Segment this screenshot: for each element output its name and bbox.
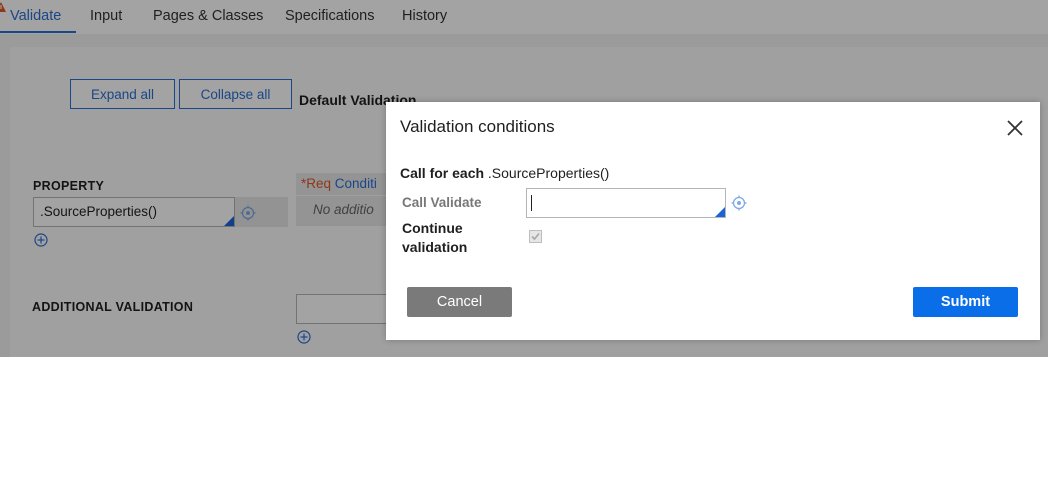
target-icon[interactable] xyxy=(731,195,747,211)
dialog-title: Validation conditions xyxy=(400,117,555,136)
call-validate-label: Call Validate xyxy=(402,195,482,210)
call-validate-input[interactable] xyxy=(526,188,726,218)
call-for-each-label: Call for each xyxy=(400,165,485,181)
call-for-each-line: Call for each .SourceProperties() xyxy=(400,165,609,181)
text-caret xyxy=(531,195,532,211)
continue-label-line1: Continue xyxy=(402,220,463,236)
validation-conditions-dialog: Validation conditions Call for each .Sou… xyxy=(386,102,1040,340)
submit-button[interactable]: Submit xyxy=(913,287,1018,317)
dropdown-corner-icon xyxy=(715,207,725,217)
continue-label-line2: validation xyxy=(402,239,468,255)
call-for-each-value: .SourceProperties() xyxy=(487,165,610,181)
cancel-button[interactable]: Cancel xyxy=(407,287,512,317)
continue-validation-checkbox[interactable] xyxy=(529,230,542,243)
close-icon[interactable] xyxy=(1006,119,1024,137)
continue-validation-label: Continue validation xyxy=(402,219,467,257)
